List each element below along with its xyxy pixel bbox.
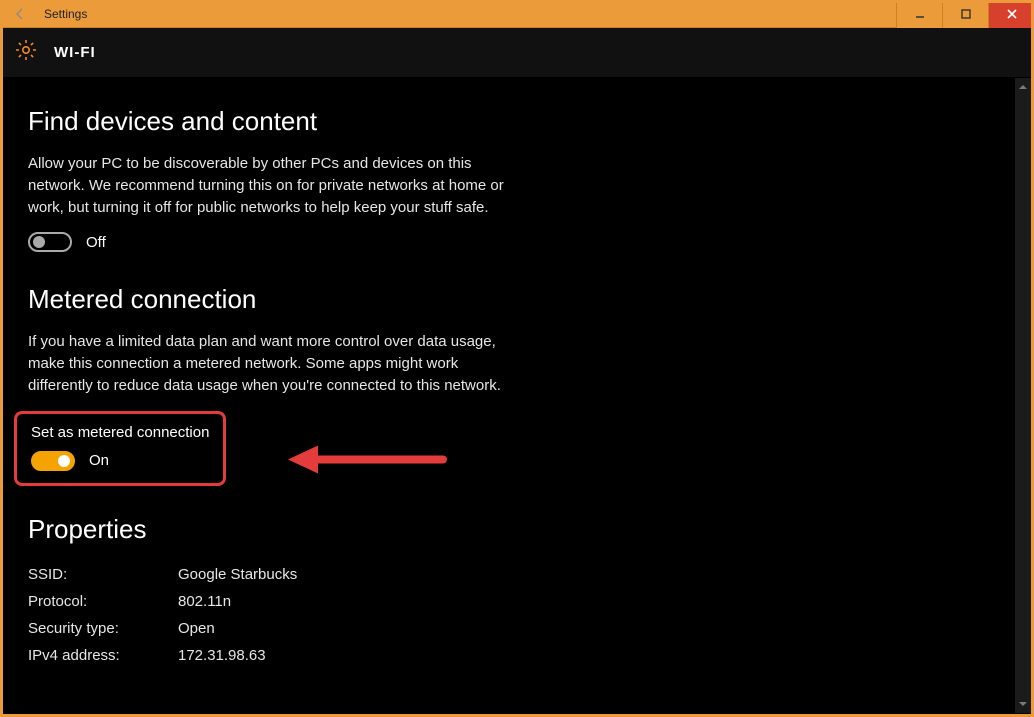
- section-desc-find-devices: Allow your PC to be discoverable by othe…: [28, 153, 508, 218]
- property-value: Open: [178, 620, 215, 637]
- arrow-annotation-icon: [288, 442, 448, 483]
- metered-sublabel: Set as metered connection: [31, 424, 209, 441]
- property-row: IPv4 address: 172.31.98.63: [28, 642, 1014, 669]
- property-value: 802.11n: [178, 593, 231, 610]
- maximize-button[interactable]: [942, 0, 988, 28]
- metered-toggle[interactable]: [31, 451, 75, 471]
- property-key: SSID:: [28, 566, 178, 583]
- property-key: IPv4 address:: [28, 647, 178, 664]
- close-button[interactable]: [988, 0, 1034, 28]
- gear-icon: [14, 38, 38, 67]
- properties-list: SSID: Google Starbucks Protocol: 802.11n…: [28, 561, 1014, 669]
- property-row: Protocol: 802.11n: [28, 588, 1014, 615]
- section-heading-properties: Properties: [28, 514, 1014, 545]
- metered-toggle-label: On: [89, 452, 109, 469]
- page-title: WI-FI: [54, 44, 96, 61]
- content-area: Find devices and content Allow your PC t…: [0, 78, 1014, 713]
- window-title: Settings: [44, 7, 87, 21]
- window-controls: [896, 0, 1034, 28]
- find-devices-toggle[interactable]: [28, 232, 72, 252]
- highlight-annotation: Set as metered connection On: [14, 411, 226, 486]
- property-value: Google Starbucks: [178, 566, 297, 583]
- property-row: Security type: Open: [28, 615, 1014, 642]
- property-row: SSID: Google Starbucks: [28, 561, 1014, 588]
- property-key: Security type:: [28, 620, 178, 637]
- back-button[interactable]: [0, 0, 40, 28]
- page-header: WI-FI: [0, 28, 1034, 78]
- section-heading-metered: Metered connection: [28, 284, 1014, 315]
- section-desc-metered: If you have a limited data plan and want…: [28, 331, 508, 396]
- find-devices-toggle-label: Off: [86, 234, 106, 251]
- scroll-up-icon[interactable]: [1015, 78, 1031, 96]
- property-key: Protocol:: [28, 593, 178, 610]
- scroll-down-icon[interactable]: [1015, 695, 1031, 713]
- window-titlebar: Settings: [0, 0, 1034, 28]
- property-value: 172.31.98.63: [178, 647, 266, 664]
- vertical-scrollbar[interactable]: [1015, 78, 1031, 713]
- section-heading-find-devices: Find devices and content: [28, 106, 1014, 137]
- minimize-button[interactable]: [896, 0, 942, 28]
